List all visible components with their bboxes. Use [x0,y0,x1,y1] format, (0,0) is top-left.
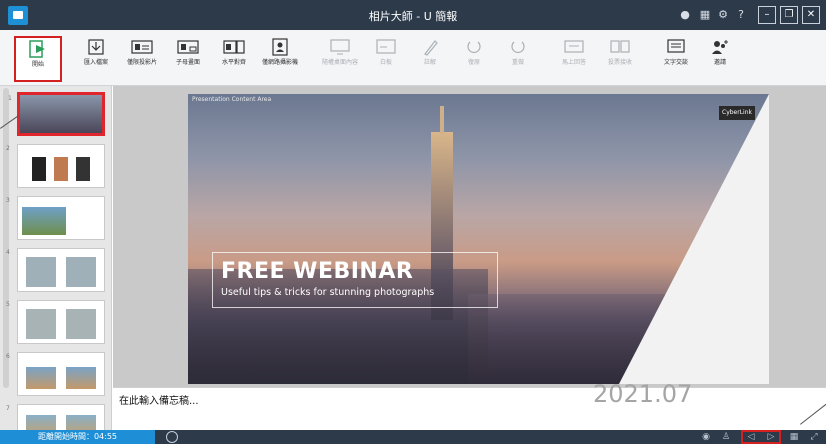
redo-button[interactable]: 重做 [494,36,542,82]
slide-subtitle: Useful tips & tricks for stunning photog… [221,287,435,298]
thumbnail-scrollbar[interactable] [3,88,9,388]
align-horizontal-button[interactable]: 水平對齊 [210,36,258,82]
text-chat-label: 文字交談 [663,59,688,66]
next-slide-icon[interactable]: ▷ [765,431,777,443]
slides-only-icon [131,40,153,54]
ribbon-toolbar: 開始 匯入檔案 僅限投影片 子母畫面 水平對齊 僅網路攝影機 隨權桌面內容 白板… [0,30,826,86]
countdown-timer: 距離開始時間：04:55 [0,430,155,444]
invite-button[interactable]: 邀請 [696,36,744,82]
calendar-icon[interactable]: ▦ [698,8,712,22]
import-file-label: 匯入檔案 [83,59,108,66]
slide-thumbnail[interactable]: 3 [6,196,105,240]
window-title: 相片大師 - U 簡報 [368,10,458,23]
undo-button[interactable]: 復原 [450,36,498,82]
import-file-button[interactable]: 匯入檔案 [72,36,120,82]
invite-users-icon [712,40,728,54]
slide-thumbnail-panel[interactable]: 1 2 3 4 5 6 7 [0,86,112,430]
webcam-only-label: 僅網路攝影機 [261,59,298,66]
slide-corner-shape [619,94,769,384]
restore-button[interactable]: ❐ [780,6,798,24]
play-icon [29,40,45,58]
mic-icon[interactable]: ♙ [720,431,732,443]
slide-headline: FREE WEBINAR [221,259,414,284]
notes-input[interactable]: 在此輸入備忘稿... [119,392,199,407]
picture-in-picture-label: 子母畫面 [175,59,200,66]
minimize-button[interactable]: – [758,6,776,24]
whiteboard-icon [376,39,396,54]
date-watermark: 2021.07 [593,380,693,408]
record-icon[interactable]: ◉ [700,431,712,443]
window-controls: – ❐ ✕ [758,6,820,24]
webcam-only-button[interactable]: 僅網路攝影機 [256,36,304,82]
slides-only-label: 僅限投影片 [126,59,157,66]
previous-slide-icon[interactable]: ◁ [745,431,757,443]
slide-thumbnail[interactable]: 2 [6,144,105,188]
slide-thumbnail[interactable]: 6 [6,352,105,396]
content-area-label: Presentation Content Area [192,96,272,103]
whiteboard-button[interactable]: 白板 [362,36,410,82]
start-label: 開始 [31,61,44,68]
expand-icon[interactable]: ⤢ [808,431,820,443]
settings-icon[interactable]: ⚙ [716,8,730,22]
align-horizontal-label: 水平對齊 [221,59,246,66]
quick-answer-label: 馬上回答 [561,59,586,66]
poll-button[interactable]: 投票接收 [596,36,644,82]
slides-only-button[interactable]: 僅限投影片 [118,36,166,82]
start-button[interactable]: 開始 [14,36,62,82]
annotate-button[interactable]: 註解 [406,36,454,82]
presentation-stage: Presentation Content Area CyberLink FREE… [113,86,826,387]
picture-in-picture-icon [177,40,199,54]
whiteboard-label: 白板 [379,59,392,66]
undo-label: 復原 [467,59,480,66]
presentation-app-window: 相片大師 - U 簡報 ● ▦ ⚙ ? – ❐ ✕ 開始 匯入檔案 僅限投影片 … [0,0,826,444]
status-bar: 距離開始時間：04:55 ◉ ♙ ◁ ▷ ▦ ⤢ [0,430,826,444]
annotate-label: 註解 [423,59,436,66]
quick-answer-icon [564,40,584,53]
picture-in-picture-button[interactable]: 子母畫面 [164,36,212,82]
slide-thumbnail[interactable]: 1 [8,92,105,136]
grid-view-icon[interactable]: ▦ [788,431,800,443]
slide-thumbnail[interactable]: 5 [6,300,105,344]
title-bar: 相片大師 - U 簡報 ● ▦ ⚙ ? – ❐ ✕ [0,0,826,30]
help-icon[interactable]: ? [734,8,748,22]
close-button[interactable]: ✕ [802,6,820,24]
redo-icon [511,41,525,53]
current-slide: Presentation Content Area CyberLink FREE… [188,94,769,384]
redo-label: 重做 [511,59,524,66]
app-logo-icon [8,6,28,25]
profile-icon[interactable]: ● [678,8,692,22]
speaker-notes-panel[interactable]: 在此輸入備忘稿... 2021.07 [113,380,826,430]
desktop-content-button[interactable]: 隨權桌面內容 [316,36,364,82]
poll-label: 投票接收 [607,59,632,66]
slide-navigation: ◁ ▷ [741,430,781,444]
poll-icon [610,40,630,53]
slide-thumbnail[interactable]: 4 [6,248,105,292]
pen-icon [424,40,438,56]
clock-icon[interactable] [166,431,178,443]
text-chat-button[interactable]: 文字交談 [652,36,700,82]
webcam-icon [272,38,288,56]
undo-icon [467,41,481,53]
import-icon [88,39,104,55]
slide-thumbnail[interactable]: 7 [6,404,105,430]
headline-box: FREE WEBINAR Useful tips & tricks for st… [212,252,498,308]
brand-logo: CyberLink [719,106,755,120]
monitor-icon [330,39,350,55]
align-horizontal-icon [223,40,245,54]
invite-label: 邀請 [713,59,726,66]
quick-answer-button[interactable]: 馬上回答 [550,36,598,82]
chat-icon [667,39,685,53]
desktop-content-label: 隨權桌面內容 [321,59,358,66]
